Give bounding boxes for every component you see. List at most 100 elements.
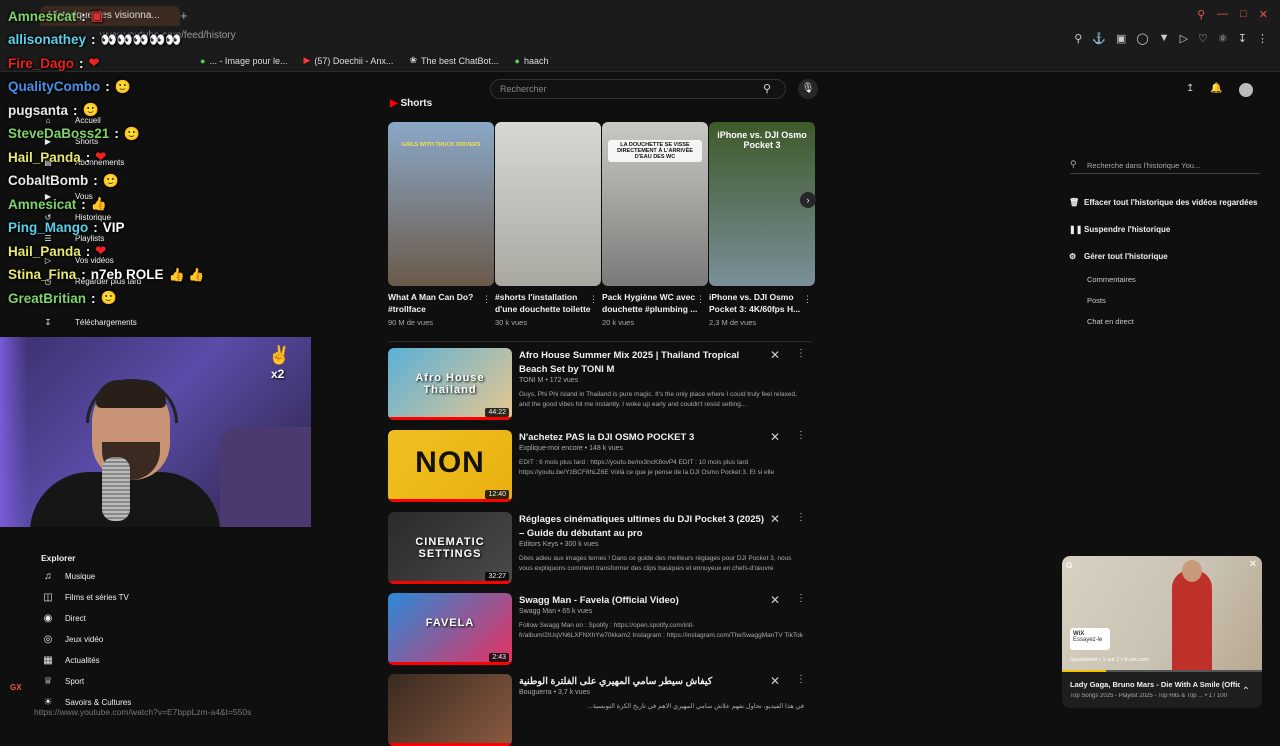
more-vert-icon[interactable]: ⋮ <box>482 294 491 305</box>
video-description: في هذا الفيديو، نحاول نفهم علاش سامي الم… <box>587 703 804 710</box>
close-icon[interactable]: ✕ <box>1249 559 1257 570</box>
history-search-input[interactable]: ⚲ Recherche dans l'historique You... <box>1070 158 1260 174</box>
history-sub-item[interactable]: Commentaires <box>1087 275 1136 284</box>
video-title[interactable]: Swagg Man - Favela (Official Video) <box>519 594 764 608</box>
video-thumbnail[interactable] <box>388 674 512 746</box>
minimize-icon[interactable]: — <box>1217 8 1228 21</box>
sidebar-item-8[interactable]: ↧ Téléchargements <box>41 318 137 327</box>
close-icon[interactable]: ✕ <box>1259 8 1268 21</box>
remove-icon[interactable]: ✕ <box>770 430 780 444</box>
history-action-0[interactable]: 🗑 Effacer tout l'historique des vidéos re… <box>1069 198 1258 207</box>
remove-icon[interactable]: ✕ <box>770 593 780 607</box>
progress-track[interactable] <box>1062 670 1262 672</box>
avatar[interactable] <box>1238 83 1253 97</box>
remove-icon[interactable]: ✕ <box>770 512 780 526</box>
video-channel[interactable]: Editors Keys • 300 k vues <box>519 541 599 548</box>
video-row[interactable]: CINEMATIC SETTINGS 32:27 Réglages cinémati… <box>388 512 818 584</box>
search-icon[interactable]: ⚲ <box>1197 8 1205 21</box>
video-thumbnail[interactable]: CINEMATIC SETTINGS 32:27 <box>388 512 512 584</box>
more-vert-icon[interactable]: ⋮ <box>589 294 598 305</box>
short-thumbnail[interactable] <box>495 122 601 286</box>
search-icon[interactable]: ⚲ <box>763 82 771 95</box>
menu-icon[interactable]: ⋮ <box>1257 32 1268 45</box>
download-icon[interactable]: ↧ <box>1238 32 1247 45</box>
history-sub-item[interactable]: Posts <box>1087 296 1106 305</box>
remove-icon[interactable]: ✕ <box>770 674 780 688</box>
miniplayer[interactable]: WiX Essayez-le ⧉ ✕ Sponsorisé • 1 sur 2 … <box>1062 556 1262 708</box>
short-thumbnail[interactable]: LA DOUCHETTE SE VISSE DIRECTEMENT À L'AR… <box>602 122 708 286</box>
music-icon: ♫ <box>44 571 52 582</box>
bell-icon[interactable]: 🔔 <box>1210 83 1222 97</box>
search-input[interactable]: Rechercher <box>490 79 786 99</box>
video-title[interactable]: Afro House Summer Mix 2025 | Thailand Tr… <box>519 349 764 377</box>
chevron-up-icon[interactable]: ⌃ <box>1242 686 1250 697</box>
ad-cta-button[interactable]: Essayez-le <box>1073 637 1102 643</box>
explore-item-live[interactable]: ◉ Direct <box>41 613 86 624</box>
video-description: Guys, Phi Phi Island in Thailand is pure… <box>519 391 797 408</box>
short-title[interactable]: Pack Hygiène WC avec douchette #plumbing… <box>602 291 698 315</box>
extension-icons: ⚲ ⚓ ▣ ◯ ▼ ▷ ♡ ⚛ ↧ ⋮ <box>1074 32 1268 45</box>
zoom-icon[interactable]: ⚲ <box>1074 32 1082 45</box>
save-icon[interactable]: ▼ <box>1159 32 1170 45</box>
upload-icon[interactable]: ↥ <box>1186 83 1194 97</box>
explore-item-gamepad[interactable]: ◎ Jeux vidéo <box>41 634 104 645</box>
sidebar-item-5[interactable]: ☰ Playlists <box>41 234 104 243</box>
video-row[interactable]: NON 12:40 N'achetez PAS la DJI OSMO POCKET… <box>388 430 818 502</box>
chat-username: Hail_Panda <box>8 149 81 165</box>
explore-heading: Explorer <box>41 553 76 563</box>
video-row[interactable]: Afro House Thailand 44:22 Afro House Summe… <box>388 348 818 420</box>
video-thumbnail[interactable]: NON 12:40 <box>388 430 512 502</box>
explore-item-music[interactable]: ♫ Musique <box>41 571 95 582</box>
chat-username: pugsanta <box>8 102 69 118</box>
play-icon[interactable]: ▷ <box>1180 32 1188 45</box>
more-vert-icon[interactable]: ⋮ <box>696 294 705 305</box>
pin-icon[interactable]: ⚓ <box>1092 32 1106 45</box>
short-title[interactable]: What A Man Can Do? #trollface <box>388 291 484 315</box>
bookmark-item[interactable]: ● haach <box>515 55 549 66</box>
screenshot-icon[interactable]: ▣ <box>1116 32 1126 45</box>
more-vert-icon[interactable]: ⋮ <box>796 430 806 441</box>
video-title[interactable]: N'achetez PAS la DJI OSMO POCKET 3 <box>519 431 764 445</box>
heart-icon[interactable]: ♡ <box>1198 32 1208 45</box>
video-thumbnail[interactable]: Afro House Thailand 44:22 <box>388 348 512 420</box>
remove-icon[interactable]: ✕ <box>770 348 780 362</box>
new-tab-icon[interactable]: + <box>180 8 188 23</box>
ad-card[interactable]: WiX Essayez-le <box>1070 628 1110 650</box>
puzzle-icon[interactable]: ⚛ <box>1218 32 1228 45</box>
history-action-1[interactable]: ❚❚ Suspendre l'historique <box>1069 225 1170 234</box>
video-title[interactable]: Réglages cinématiques ultimes du DJI Poc… <box>519 513 764 541</box>
bookmark-label: (57) Doechii - Anx... <box>314 55 394 66</box>
bookmark-item[interactable]: ▶ (57) Doechii - Anx... <box>303 55 393 66</box>
history-action-2[interactable]: ⚙ Gérer tout l'historique <box>1069 252 1168 261</box>
bookmark-item[interactable]: ●... - Image pour le... <box>200 55 287 66</box>
video-channel[interactable]: Bouguerra • 3,7 k vues <box>519 689 590 696</box>
video-title[interactable]: كيفاش سيطر سامي المهيري على الفلترة الوط… <box>519 675 764 689</box>
more-vert-icon[interactable]: ⋮ <box>803 294 812 305</box>
video-thumbnail[interactable]: FAVELA 2:43 <box>388 593 512 665</box>
video-row[interactable]: FAVELA 2:43 Swagg Man - Favela (Official V… <box>388 593 818 665</box>
short-title[interactable]: #shorts l'installation d'une douchette t… <box>495 291 591 315</box>
video-duration: 32:27 <box>485 572 509 581</box>
short-title[interactable]: iPhone vs. DJI Osmo Pocket 3: 4K/60fps H… <box>709 291 805 315</box>
video-row[interactable]: كيفاش سيطر سامي المهيري على الفلترة الوط… <box>388 674 818 746</box>
mic-icon[interactable]: 🎙 <box>798 79 818 99</box>
explore-item-trophy[interactable]: ♕ Sport <box>41 676 85 687</box>
video-channel[interactable]: Swagg Man • 65 k vues <box>519 608 592 615</box>
explore-item-film[interactable]: ◫ Films et séries TV <box>41 592 129 603</box>
explore-item-news[interactable]: ▦ Actualités <box>41 655 99 666</box>
more-vert-icon[interactable]: ⋮ <box>796 674 806 685</box>
more-vert-icon[interactable]: ⋮ <box>796 593 806 604</box>
more-vert-icon[interactable]: ⋮ <box>796 512 806 523</box>
shorts-next-button[interactable]: › <box>800 192 816 208</box>
short-thumbnail[interactable]: iPhone vs. DJI Osmo Pocket 3 <box>709 122 815 286</box>
video-channel[interactable]: TONI M • 172 vues <box>519 377 578 384</box>
video-channel[interactable]: Explique-moi encore • 148 k vues <box>519 445 623 452</box>
shield-icon[interactable]: ◯ <box>1136 32 1148 45</box>
bookmark-item[interactable]: ❀ The best ChatBot... <box>409 55 498 66</box>
short-thumbnail[interactable]: GIRLS WITH TRUCK DRIVERS <box>388 122 494 286</box>
more-vert-icon[interactable]: ⋮ <box>796 348 806 359</box>
history-sub-item[interactable]: Chat en direct <box>1087 317 1134 326</box>
miniplayer-video[interactable]: WiX Essayez-le ⧉ ✕ Sponsorisé • 1 sur 2 … <box>1062 556 1262 672</box>
maximize-icon[interactable]: □ <box>1240 8 1247 21</box>
expand-icon[interactable]: ⧉ <box>1066 560 1072 571</box>
